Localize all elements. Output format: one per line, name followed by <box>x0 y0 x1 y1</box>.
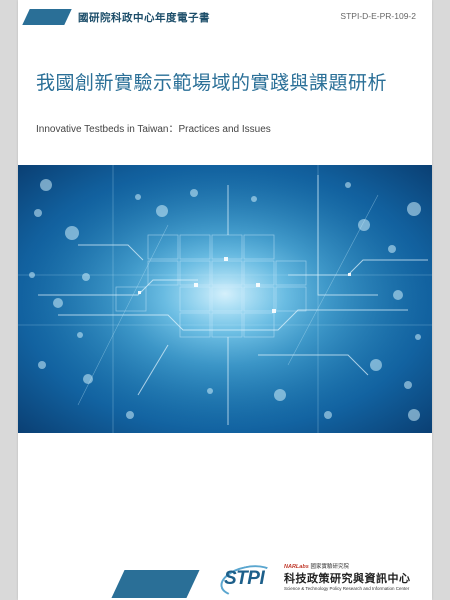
publisher-logo: STPI NARLabs 國家實驗研究院 科技政策研究與資訊中心 Science… <box>217 560 424 600</box>
stpi-logo-text: STPI <box>224 568 265 589</box>
cover-hero-image <box>18 165 432 433</box>
document-id: STPI-D-E-PR-109-2 <box>340 11 416 21</box>
title-english: Innovative Testbeds in Taiwan：Practices … <box>36 124 271 135</box>
header-accent-bar <box>22 9 72 25</box>
org-name-english: Science & Technology Policy Research and… <box>284 586 410 591</box>
circuit-background-graphic <box>18 165 432 433</box>
org-name-chinese: 科技政策研究與資訊中心 <box>284 572 411 585</box>
ebook-cover-page: 國研院科政中心年度電子書 STPI-D-E-PR-109-2 我國創新實驗示範場… <box>18 0 432 600</box>
title-chinese: 我國創新實驗示範場域的實踐與課題研析 <box>36 72 388 94</box>
series-label: 國研院科政中心年度電子書 <box>78 12 210 24</box>
narlabs-label: NARLabs 國家實驗研究院 <box>284 562 349 570</box>
footer-accent-bar <box>111 570 200 598</box>
